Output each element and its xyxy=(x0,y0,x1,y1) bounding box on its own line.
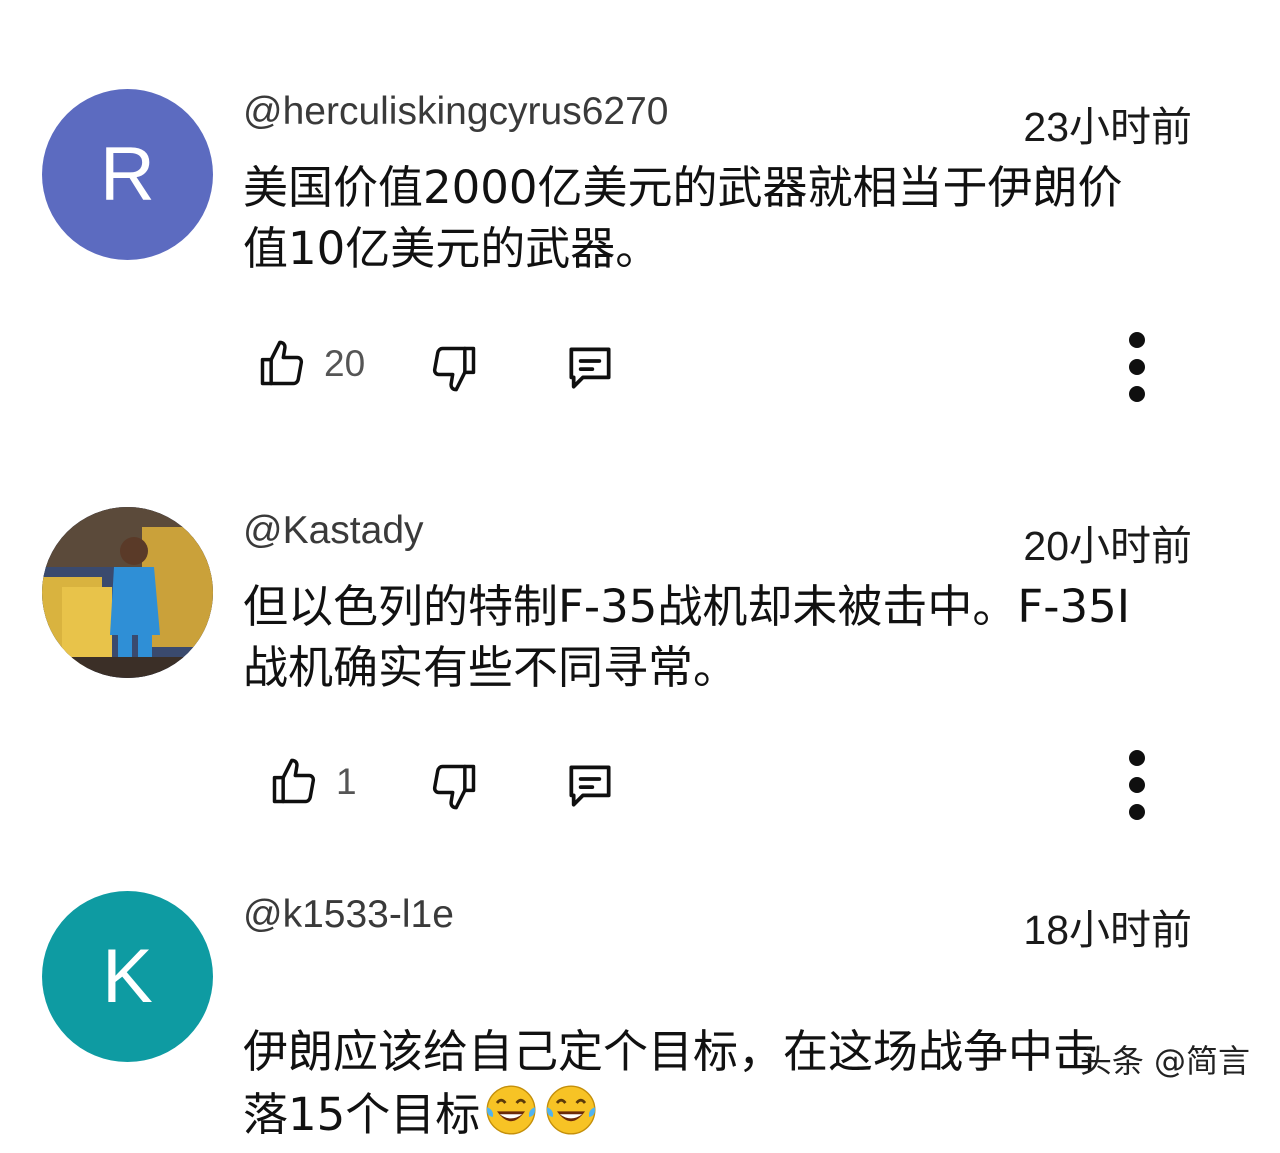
thumbs-down-icon xyxy=(428,340,480,396)
laughing-tears-emoji-icon xyxy=(482,1082,540,1153)
reply-button[interactable] xyxy=(562,340,618,396)
reply-comment-icon xyxy=(562,758,618,814)
more-vert-icon xyxy=(1129,750,1145,766)
thumbs-up-icon xyxy=(256,336,308,392)
like-count: 1 xyxy=(336,761,357,802)
reply-comment-icon xyxy=(562,340,618,396)
comment-author[interactable]: @Kastady xyxy=(243,509,424,553)
laughing-tears-emoji-icon xyxy=(542,1082,600,1153)
thumbs-up-icon xyxy=(268,754,320,810)
like-button[interactable]: 1 xyxy=(268,754,357,810)
comment-actions: 20 xyxy=(0,332,1280,402)
comment-text: 伊朗应该给自己定个目标，在这场战争中击 落15个目标 xyxy=(243,960,1203,1153)
comment-text: 美国价值2000亿美元的武器就相当于伊朗价 值10亿美元的武器。 xyxy=(243,161,1123,275)
avatar[interactable]: R xyxy=(42,89,213,260)
more-vert-icon xyxy=(1129,332,1145,348)
comment-time: 23小时前 xyxy=(1023,104,1192,150)
avatar[interactable]: K xyxy=(42,891,213,1062)
comment-time: 20小时前 xyxy=(1023,523,1192,569)
like-button[interactable]: 20 xyxy=(256,336,365,392)
watermark: 头条 @简言 xyxy=(1079,1042,1250,1080)
comment-author[interactable]: @k1533-l1e xyxy=(243,893,454,937)
dislike-button[interactable] xyxy=(428,340,480,396)
thumbs-down-icon xyxy=(428,758,480,814)
avatar-letter: R xyxy=(100,132,155,217)
comment-actions: 1 xyxy=(0,750,1280,820)
dislike-button[interactable] xyxy=(428,758,480,814)
reply-button[interactable] xyxy=(562,758,618,814)
avatar-letter: K xyxy=(102,934,153,1019)
like-count: 20 xyxy=(324,343,366,384)
more-options-button[interactable] xyxy=(1120,750,1154,820)
avatar[interactable] xyxy=(42,507,213,678)
avatar-photo-icon xyxy=(42,507,213,678)
more-options-button[interactable] xyxy=(1120,332,1154,402)
comment-time: 18小时前 xyxy=(1023,907,1192,953)
comment-text-body: 伊朗应该给自己定个目标，在这场战争中击 落15个目标 xyxy=(243,1025,1099,1141)
comment-text: 但以色列的特制F-35战机却未被击中。F-35I 战机确实有些不同寻常。 xyxy=(243,580,1131,694)
comment-author[interactable]: @herculiskingcyrus6270 xyxy=(243,90,668,134)
